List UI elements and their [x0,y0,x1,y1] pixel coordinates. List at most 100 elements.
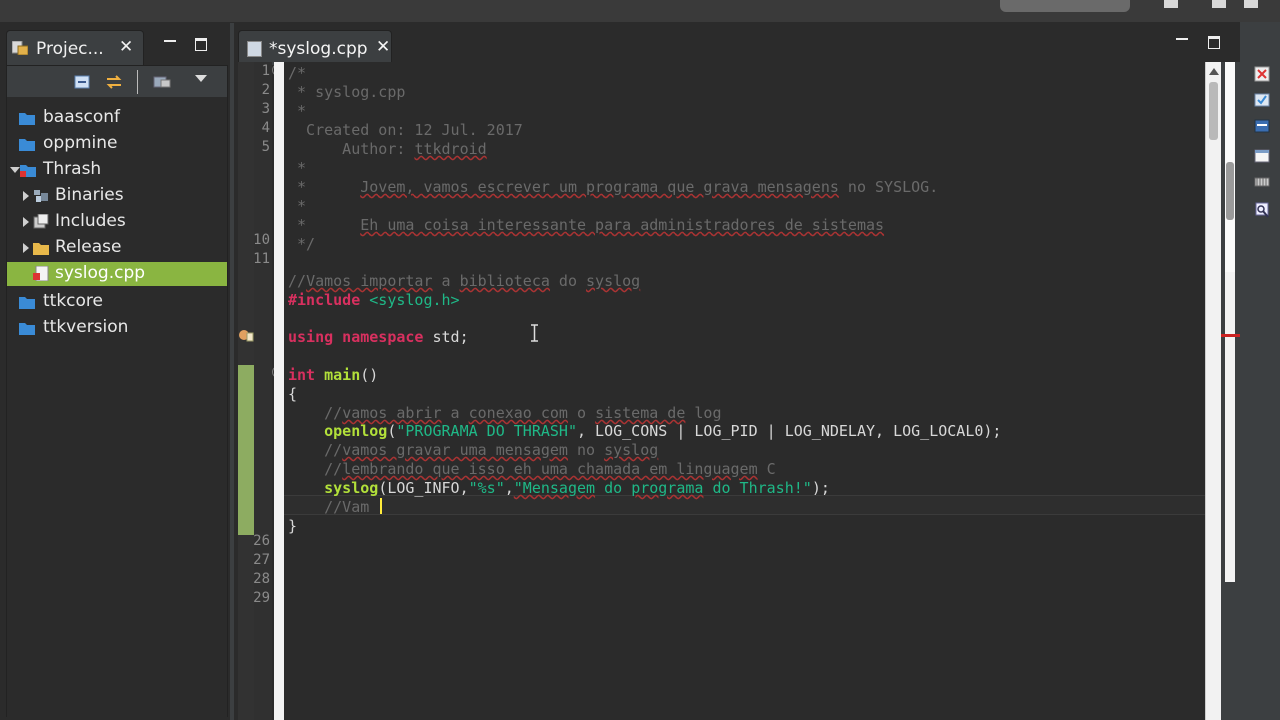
code-line-17: int main() [288,366,379,384]
text-caret [380,498,382,514]
project-explorer-view: Projec... ✕ baasconf oppmine Thrash Bina… [0,22,230,720]
error-overview-marker[interactable] [1221,334,1240,337]
minimize-icon[interactable] [1176,38,1188,40]
folder-icon [33,243,49,255]
quick-diff-change-bar [238,365,254,535]
annotation-ruler [238,62,254,720]
line-number: 29 [253,590,270,606]
tree-item-thrash[interactable]: Thrash [7,158,227,182]
line-number: 2 [261,82,270,98]
tree-item-label: Binaries [55,185,124,205]
code-line-15: using namespace std; [288,328,469,346]
toolbar-separator [137,70,138,94]
editor-vertical-scrollbar[interactable] [1205,62,1222,720]
tab-syslog-cpp[interactable]: *syslog.cpp ✕ [238,30,392,65]
open-perspective-icon[interactable] [1164,0,1178,8]
perspective-debug-icon[interactable] [1244,0,1258,8]
code-editor[interactable]: /* * syslog.cpp * Created on: 12 Jul. 20… [274,62,1205,720]
tree-item-ttkversion[interactable]: ttkversion [7,316,227,340]
collapse-triangle-icon[interactable] [23,191,29,201]
tree-item-ttkcore[interactable]: ttkcore [7,290,227,314]
code-line-6: * [288,159,307,177]
line-number: 3 [261,101,270,117]
code-line-9: * Eh uma coisa interessante para adminis… [288,216,885,234]
tasks-icon[interactable] [1254,92,1270,108]
line-number: 11 [253,251,270,267]
maximize-icon[interactable] [1208,36,1220,49]
code-line-18: { [288,385,298,403]
close-icon[interactable]: ✕ [119,37,133,57]
scroll-up-arrow-icon[interactable] [1209,68,1219,75]
code-line-19: //vamos abrir a conexao com o sistema de… [288,404,722,422]
current-line-highlight [284,495,1205,515]
right-trim-toolbar [1240,22,1280,720]
tree-item-label: baasconf [43,107,120,127]
tree-item-includes[interactable]: Includes [7,210,227,234]
expand-triangle-icon[interactable] [10,167,20,173]
code-line-12: //Vamos importar a biblioteca do syslog [288,272,641,290]
tree-item-release[interactable]: Release [7,236,227,260]
project-folder-icon [19,113,35,125]
minimize-icon[interactable] [164,40,176,42]
project-explorer-toolbar [6,65,228,99]
tree-item-label: Release [55,237,122,257]
tree-item-baasconf[interactable]: baasconf [7,106,227,130]
project-tree: baasconf oppmine Thrash Binaries Include… [6,97,228,717]
tree-item-label: syslog.cpp [55,263,146,283]
code-line-7: * Jovem, vamos escrever um programa que … [288,178,939,196]
overview-thumb[interactable] [1226,162,1234,220]
close-icon[interactable]: ✕ [376,37,390,57]
maximize-icon[interactable] [195,38,207,51]
code-line-3: * [288,102,307,120]
tree-item-label: ttkcore [43,291,103,311]
cpp-file-error-icon [33,266,49,281]
line-number: 27 [253,552,270,568]
tab-project-explorer[interactable]: Projec... ✕ [6,30,144,65]
line-number: 4 [261,120,270,136]
link-with-editor-icon[interactable] [105,73,123,91]
binaries-icon [34,190,48,202]
project-folder-icon [19,323,35,335]
line-number: 1 [261,63,270,79]
code-line-1: /* [288,64,307,82]
project-folder-icon [20,165,36,177]
scrollbar-thumb[interactable] [1209,82,1218,140]
mouse-ibeam-cursor-icon [531,324,538,342]
tree-item-label: ttkversion [43,317,129,337]
collapse-all-icon[interactable] [73,73,91,91]
code-line-24: //Vam [288,498,382,517]
project-explorer-tabbar: Projec... ✕ [0,30,230,66]
code-line-25: } [288,517,298,535]
line-number: 28 [253,571,270,587]
memory-icon[interactable] [1254,174,1270,190]
line-number-ruler: 1 2 3 4 5 10 11 26 27 28 29 [253,62,272,720]
tree-item-syslog-cpp[interactable]: syslog.cpp [7,262,227,286]
collapse-triangle-icon[interactable] [23,243,29,253]
project-explorer-icon [12,41,28,55]
tree-item-label: Includes [55,211,126,231]
code-line-10: */ [288,235,316,253]
top-toolbar [0,0,1280,23]
includes-icon [33,214,49,229]
line-number: 5 [261,139,270,155]
view-menu-chevron-down-icon[interactable] [195,75,207,82]
filter-icon[interactable] [153,73,171,91]
tab-label: *syslog.cpp [269,39,368,59]
tree-item-binaries[interactable]: Binaries [7,184,227,208]
project-folder-icon [19,139,35,151]
collapse-triangle-icon[interactable] [23,217,29,227]
code-line-23: syslog(LOG_INFO,"%s","Mensagem do progra… [288,479,830,497]
line-number: 26 [253,533,270,549]
quick-access-field[interactable] [1000,0,1130,12]
warning-marker-icon[interactable] [238,327,254,343]
problems-icon[interactable] [1254,66,1270,82]
perspective-cpp-icon[interactable] [1212,0,1226,8]
properties-icon[interactable] [1254,148,1270,164]
search-icon[interactable] [1254,202,1270,218]
console-icon[interactable] [1254,118,1270,134]
code-line-2: * syslog.cpp [288,83,406,101]
overview-ruler [1221,62,1240,720]
line-number: 10 [253,232,270,248]
code-line-4: Created on: 12 Jul. 2017 [288,121,523,139]
tree-item-oppmine[interactable]: oppmine [7,132,227,156]
